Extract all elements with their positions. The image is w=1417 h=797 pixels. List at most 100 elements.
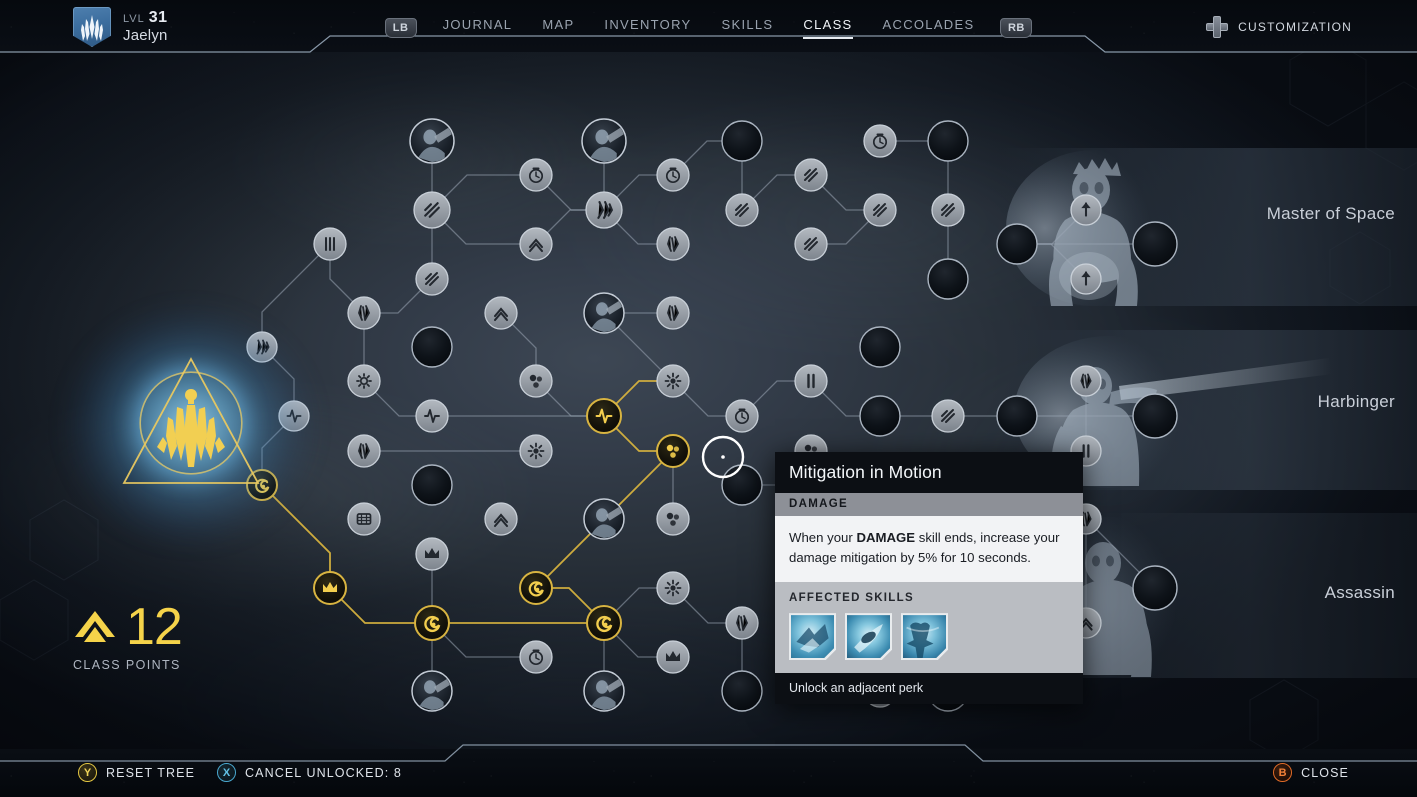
tree-node-n20[interactable] [415, 262, 449, 296]
tree-node-n44[interactable] [519, 434, 553, 468]
tree-node-n60[interactable] [656, 571, 690, 605]
class-emblem[interactable] [30, 273, 350, 578]
tree-node-n24[interactable] [484, 296, 518, 330]
tree-node-n15[interactable] [519, 227, 553, 261]
tree-node-n6[interactable] [863, 124, 897, 158]
main-nav: LB JOURNAL MAP INVENTORY SKILLS CLASS ACCOLAD… [0, 17, 1417, 39]
tree-node-n26[interactable] [656, 296, 690, 330]
tree-node-n43[interactable] [347, 434, 381, 468]
dpad-icon [1206, 16, 1229, 38]
action-close[interactable]: B CLOSE [1273, 763, 1349, 782]
tree-node-n13[interactable] [1070, 194, 1102, 226]
tree-node-n52[interactable] [484, 502, 518, 536]
action-reset-tree[interactable]: Y RESET TREE [78, 763, 195, 782]
tooltip-affected-skills: AFFECTED SKILLS [775, 582, 1083, 674]
tree-node-n14[interactable] [313, 227, 347, 261]
perk-tooltip: Mitigation in Motion DAMAGE When your DA… [775, 452, 1083, 705]
footer-actions-left: Y RESET TREE X CANCEL UNLOCKED: 8 [78, 763, 402, 782]
tree-node-n30[interactable] [347, 364, 381, 398]
tree-node-n32[interactable] [656, 364, 690, 398]
tab-skills[interactable]: SKILLS [722, 17, 774, 39]
tree-node-n11[interactable] [863, 193, 897, 227]
tree-node-n19[interactable] [1132, 221, 1178, 267]
tree-node-n22[interactable] [1070, 263, 1102, 295]
tree-node-n38[interactable] [725, 399, 759, 433]
tab-inventory[interactable]: INVENTORY [604, 17, 691, 39]
tree-node-n31[interactable] [519, 364, 553, 398]
tree-node-n23[interactable] [347, 296, 381, 330]
tree-node-n61[interactable] [414, 605, 450, 641]
tab-journal[interactable]: JOURNAL [443, 17, 513, 39]
skill-thumb [791, 615, 834, 659]
tree-node-n28[interactable] [411, 326, 453, 368]
tab-map[interactable]: MAP [542, 17, 574, 39]
tree-node-n65[interactable] [519, 640, 553, 674]
tree-node-n57[interactable] [1132, 565, 1178, 611]
tree-node-n41[interactable] [996, 395, 1038, 437]
desc-part-1: When your [789, 530, 857, 545]
tree-node-n49[interactable] [721, 464, 763, 506]
tree-node-n29[interactable] [859, 326, 901, 368]
button-glyph-y: Y [78, 763, 97, 782]
tree-node-n63[interactable] [725, 606, 759, 640]
footer: Y RESET TREE X CANCEL UNLOCKED: 8 B CLOSE [0, 749, 1417, 797]
bumper-rb-button[interactable]: RB [1000, 18, 1033, 38]
tree-node-n9[interactable] [585, 191, 623, 229]
tree-node-n53[interactable] [583, 498, 626, 542]
action-label: RESET TREE [106, 765, 196, 780]
tree-node-n5[interactable] [656, 158, 690, 192]
tree-node-n21[interactable] [927, 258, 969, 300]
tooltip-hint: Unlock an adjacent perk [775, 673, 1083, 705]
tree-node-n16[interactable] [656, 227, 690, 261]
tree-node-n69[interactable] [721, 670, 763, 712]
tree-node-n56[interactable] [415, 537, 449, 571]
tree-node-n1[interactable] [581, 118, 628, 166]
tree-node-n39[interactable] [859, 395, 901, 437]
tree-node-n50[interactable] [411, 464, 453, 506]
tree-node-n54[interactable] [656, 502, 690, 536]
tree-node-n2[interactable] [721, 120, 763, 162]
class-skill-tree-screen: Master of Space Harbinger Assassin Mitig… [0, 0, 1417, 797]
tree-node-n59[interactable] [519, 571, 553, 605]
tree-node-n34[interactable] [1070, 365, 1102, 397]
customization-label: CUSTOMIZATION [1238, 20, 1352, 34]
tree-node-n40[interactable] [931, 399, 965, 433]
tree-node-n51[interactable] [347, 502, 381, 536]
tree-node-n36[interactable] [415, 399, 449, 433]
affected-skills-header: AFFECTED SKILLS [789, 592, 914, 605]
node-icon-sun [664, 372, 682, 390]
tree-node-n10[interactable] [725, 193, 759, 227]
tree-node-n67[interactable] [411, 670, 454, 714]
cursor-dot [721, 455, 725, 459]
tree-node-n68[interactable] [583, 670, 626, 714]
chevron-up-icon [75, 611, 115, 643]
class-points-label: CLASS POINTS [73, 658, 181, 673]
tree-node-n3[interactable] [927, 120, 969, 162]
tree-node-n42[interactable] [1132, 393, 1178, 439]
class-points-row: 12 [73, 601, 183, 653]
tree-node-n33[interactable] [794, 364, 828, 398]
customization-button[interactable]: CUSTOMIZATION [1206, 16, 1352, 38]
tab-accolades[interactable]: ACCOLADES [883, 17, 975, 39]
tree-node-n37[interactable] [586, 398, 622, 434]
tree-node-n18[interactable] [996, 223, 1038, 265]
action-cancel-unlocked-8[interactable]: X CANCEL UNLOCKED: 8 [217, 763, 402, 782]
tree-node-n62[interactable] [586, 605, 622, 641]
bumper-lb-button[interactable]: LB [384, 18, 417, 38]
tree-node-n17[interactable] [794, 227, 828, 261]
tree-node-n45[interactable] [656, 434, 690, 468]
tree-node-n25[interactable] [583, 292, 626, 336]
tree-node-n7[interactable] [794, 158, 828, 192]
tree-node-n0[interactable] [409, 118, 456, 166]
header: LVL 31 Jaelyn LB JOURNAL MAP INVENTORY SKIL… [0, 0, 1417, 52]
tree-node-n8[interactable] [413, 191, 451, 229]
tree-node-n66[interactable] [656, 640, 690, 674]
skill-icon-3 [901, 613, 948, 661]
action-label: CANCEL UNLOCKED: 8 [245, 765, 402, 780]
tree-node-n4[interactable] [519, 158, 553, 192]
tooltip-description: When your DAMAGE skill ends, increase yo… [775, 516, 1083, 583]
tooltip-category: DAMAGE [775, 493, 1083, 516]
tab-class[interactable]: CLASS [803, 17, 853, 39]
tree-node-n12[interactable] [931, 193, 965, 227]
skill-thumb [847, 615, 890, 659]
